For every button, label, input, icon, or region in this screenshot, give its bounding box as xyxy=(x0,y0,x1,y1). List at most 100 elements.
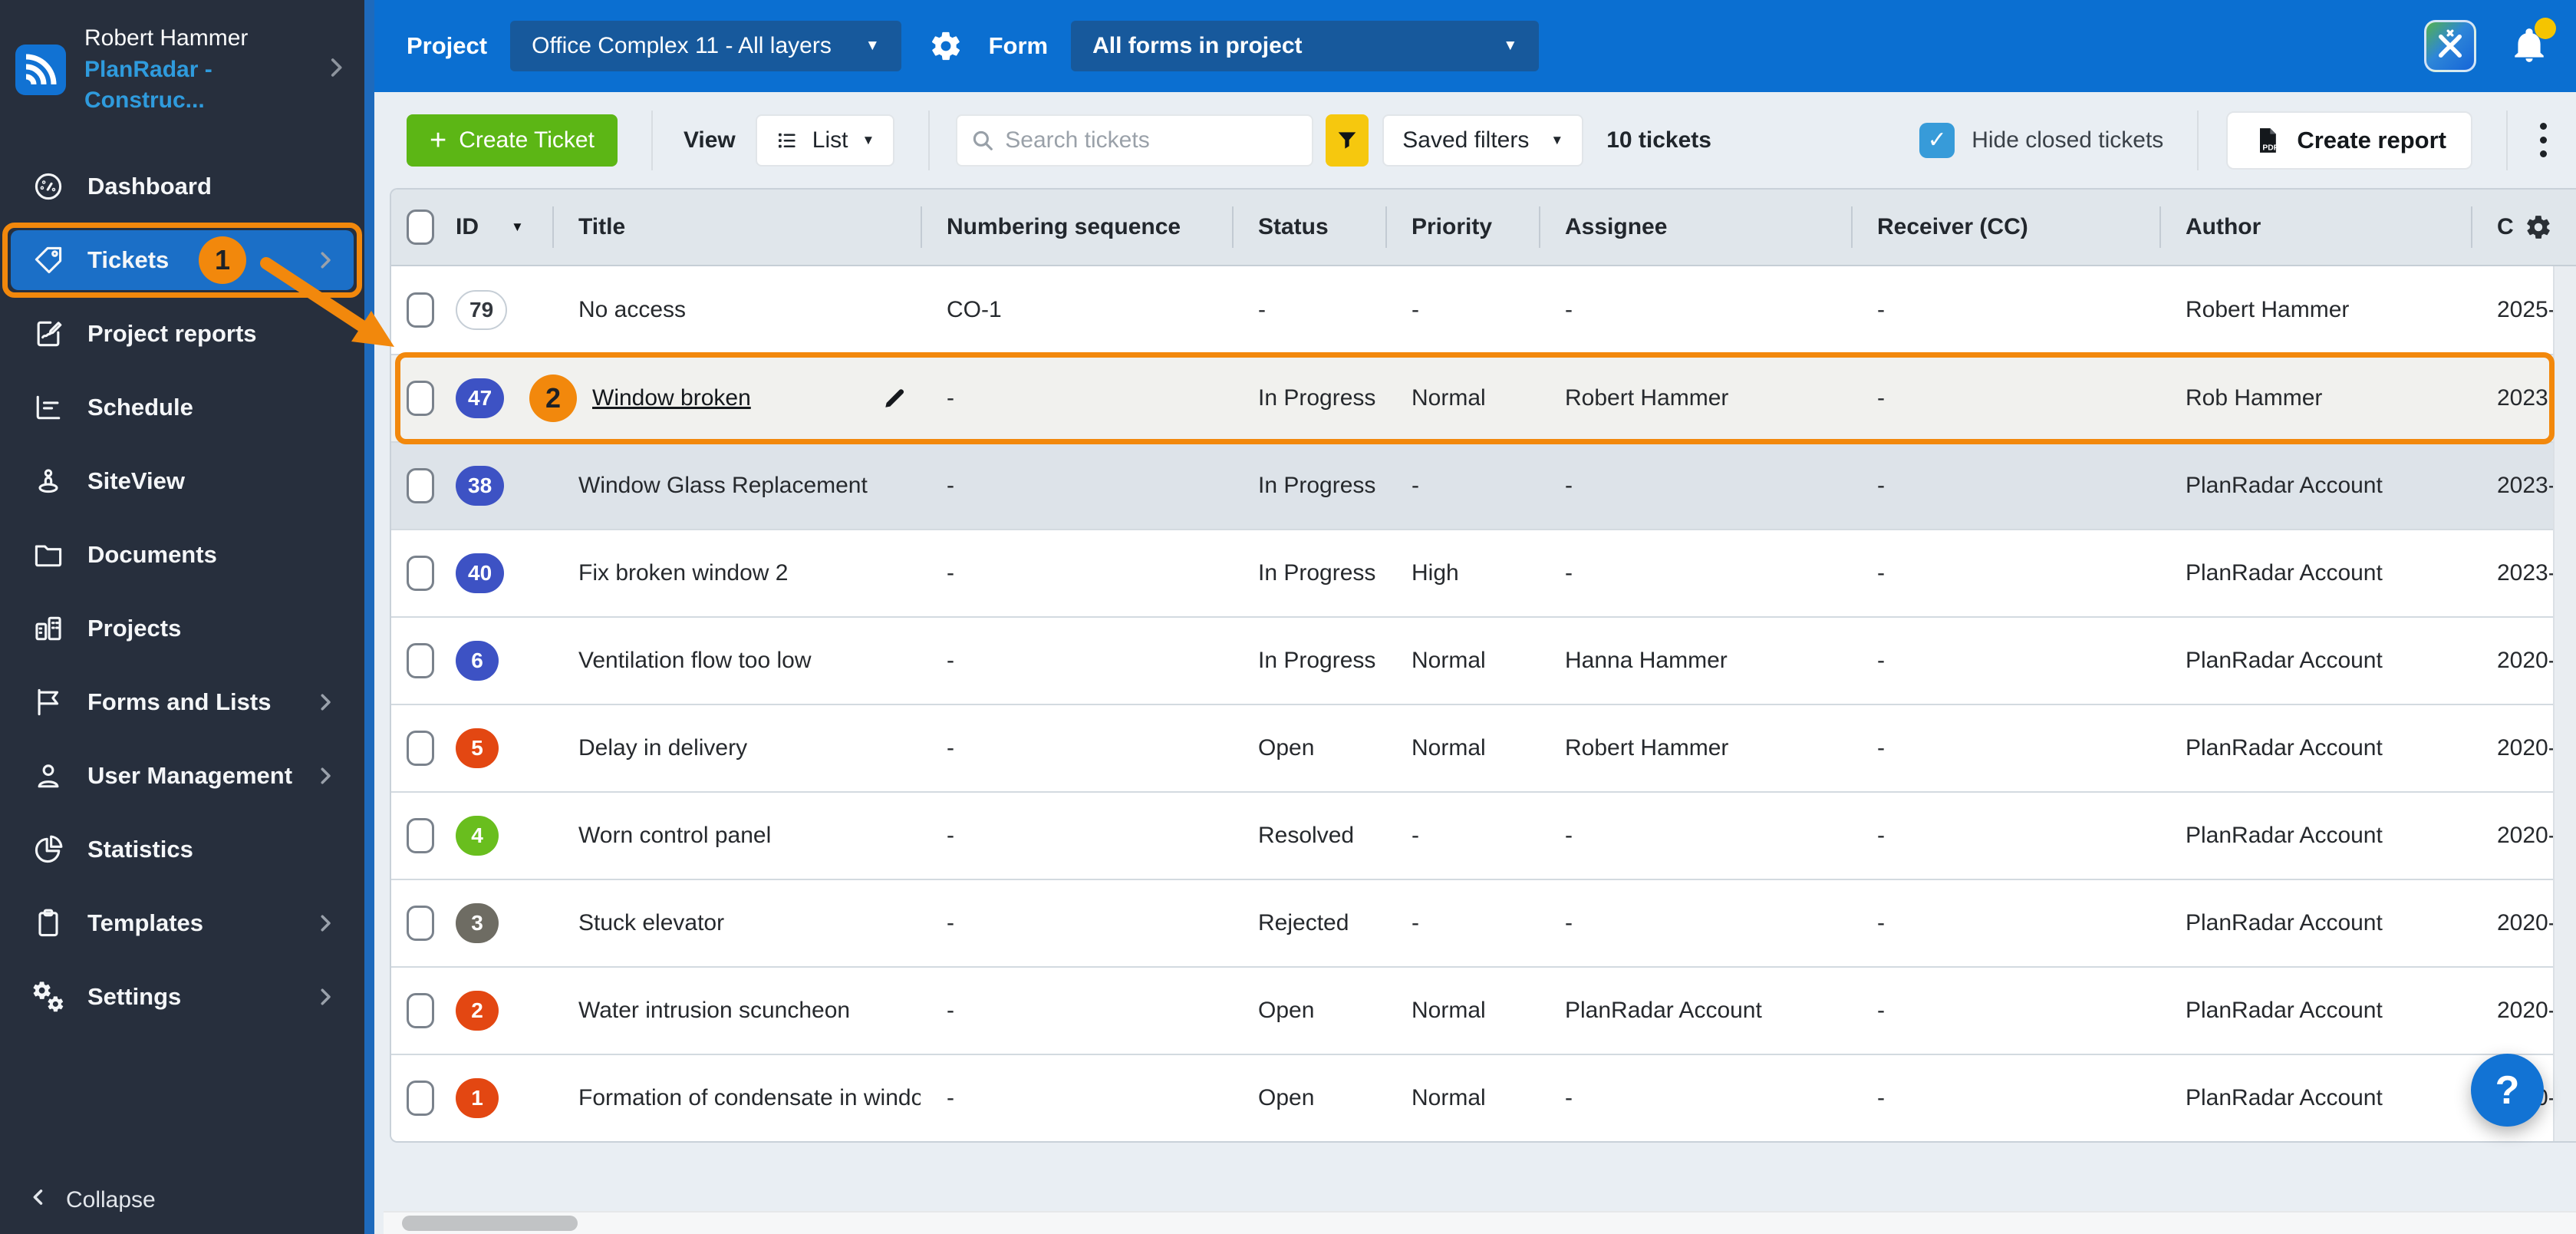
column-header-status[interactable]: Status xyxy=(1232,190,1385,265)
sidebar-item-user-management[interactable]: User Management xyxy=(11,746,354,806)
chevron-right-icon xyxy=(314,691,337,714)
more-options-kebab-icon[interactable] xyxy=(2534,117,2553,163)
column-header-id[interactable]: ID ▼ xyxy=(445,190,552,265)
author-cell: Rob Hammer xyxy=(2186,385,2323,411)
create-ticket-label: Create Ticket xyxy=(459,127,595,153)
sidebar-item-project-reports[interactable]: Project reports xyxy=(11,304,354,364)
hide-closed-checkbox[interactable]: ✓ xyxy=(1919,122,1955,158)
ticket-title-cell: Ventilation flow too low xyxy=(552,618,921,704)
ticket-row-1[interactable]: 1 Formation of condensate in window - Open N… xyxy=(391,1054,2576,1141)
status-cell: In Progress xyxy=(1258,560,1376,586)
sidebar-item-settings[interactable]: Settings xyxy=(11,967,354,1027)
view-mode-select[interactable]: List ▼ xyxy=(755,114,895,167)
ticket-row-38[interactable]: 38 Window Glass Replacement - In Progress - -… xyxy=(391,441,2576,529)
sidebar-item-forms-and-lists[interactable]: Forms and Lists xyxy=(11,672,354,732)
horizontal-scrollbar-thumb[interactable] xyxy=(402,1216,578,1231)
caret-down-icon: ▼ xyxy=(861,132,875,147)
ticket-id-badge: 2 xyxy=(456,991,499,1031)
ticket-title: Delay in delivery xyxy=(578,735,748,761)
column-settings-gear-icon[interactable] xyxy=(2525,213,2552,241)
row-checkbox[interactable] xyxy=(407,906,434,941)
row-checkbox[interactable] xyxy=(407,556,434,591)
ticket-id-badge: 3 xyxy=(456,903,499,943)
column-header-title[interactable]: Title xyxy=(552,190,921,265)
row-checkbox-cell xyxy=(391,1055,445,1141)
ticket-row-47[interactable]: 47 Window broken - In Progress Normal Robert … xyxy=(391,352,2576,444)
sort-caret-icon: ▼ xyxy=(511,219,524,234)
ticket-title[interactable]: Window broken xyxy=(592,385,751,411)
sidebar-item-templates[interactable]: Templates xyxy=(11,893,354,953)
filter-button[interactable] xyxy=(1326,114,1369,167)
ticket-id-cell: 79 xyxy=(445,266,552,354)
create-report-button[interactable]: PDF Create report xyxy=(2226,111,2472,170)
column-header-c[interactable]: C xyxy=(2471,190,2576,265)
status-cell: In Progress xyxy=(1258,648,1376,673)
row-checkbox[interactable] xyxy=(407,818,434,853)
saved-filters-button[interactable]: Saved filters ▼ xyxy=(1382,114,1584,167)
tickets-toolbar: + Create Ticket View List ▼ Search ticke… xyxy=(374,92,2576,188)
sidebar-item-siteview[interactable]: SiteView xyxy=(11,451,354,511)
row-checkbox[interactable] xyxy=(407,993,434,1028)
numbering-cell: CO-1 xyxy=(947,297,1002,322)
row-checkbox[interactable] xyxy=(407,731,434,766)
ticket-row-2[interactable]: 2 Water intrusion scuncheon - Open Normal Pla… xyxy=(391,966,2576,1054)
sidebar-item-documents[interactable]: Documents xyxy=(11,525,354,585)
sidebar-item-statistics[interactable]: Statistics xyxy=(11,820,354,879)
row-checkbox-cell xyxy=(391,705,445,791)
vertical-scrollbar-track[interactable] xyxy=(2553,266,2576,1141)
row-checkbox[interactable] xyxy=(407,468,434,503)
column-header-assignee[interactable]: Assignee xyxy=(1539,190,1851,265)
select-all-checkbox[interactable] xyxy=(407,210,434,245)
ticket-id-cell: 3 xyxy=(445,880,552,966)
notifications-bell-icon[interactable] xyxy=(2510,18,2556,65)
priority-cell: - xyxy=(1412,297,1419,322)
column-header-label: Title xyxy=(578,214,626,239)
ticket-row-4[interactable]: 4 Worn control panel - Resolved - - - PlanRadar… xyxy=(391,791,2576,879)
sidebar-item-schedule[interactable]: Schedule xyxy=(11,378,354,437)
column-header-priority[interactable]: Priority xyxy=(1385,190,1539,265)
ticket-row-3[interactable]: 3 Stuck elevator - Rejected - - - PlanRadar Acc… xyxy=(391,879,2576,966)
ticket-row-6[interactable]: 6 Ventilation flow too low - In Progress Nor… xyxy=(391,616,2576,704)
column-header-label: Receiver (CC) xyxy=(1877,214,2028,239)
sidebar-item-label: Projects xyxy=(87,614,182,642)
divider xyxy=(2506,110,2508,170)
project-select[interactable]: Office Complex 11 - All layers ▼ xyxy=(510,21,901,71)
row-checkbox[interactable] xyxy=(407,643,434,678)
row-checkbox[interactable] xyxy=(407,1081,434,1116)
author-cell: PlanRadar Account xyxy=(2186,735,2383,761)
table-header-row: ID ▼ Title Numbering sequence Status Priority… xyxy=(391,190,2576,266)
caret-down-icon: ▼ xyxy=(1503,38,1518,54)
table-body: 79 No access CO-1- - - - Robert Hammer 2025- 47 W… xyxy=(391,266,2576,1141)
column-header-author[interactable]: Author xyxy=(2159,190,2471,265)
connect-app-icon[interactable] xyxy=(2424,20,2476,72)
sidebar-item-tickets[interactable]: Tickets 1 xyxy=(2,222,362,298)
ticket-row-40[interactable]: 40 Fix broken window 2 - In Progress High - - P… xyxy=(391,529,2576,616)
user-name: Robert Hammer xyxy=(84,25,249,51)
chevron-right-icon xyxy=(314,985,337,1008)
ticket-row-79[interactable]: 79 No access CO-1- - - - Robert Hammer 2025- xyxy=(391,266,2576,354)
edit-pencil-icon[interactable] xyxy=(881,384,908,412)
help-button[interactable]: ? xyxy=(2471,1054,2544,1127)
horizontal-scrollbar-track[interactable] xyxy=(384,1211,2576,1234)
planradar-logo-icon xyxy=(15,44,66,95)
templates-icon xyxy=(31,906,66,941)
form-select[interactable]: All forms in project ▼ xyxy=(1071,21,1540,71)
collapse-button[interactable]: Collapse xyxy=(28,1186,156,1214)
create-ticket-button[interactable]: + Create Ticket xyxy=(407,114,618,167)
row-checkbox[interactable] xyxy=(407,292,434,328)
project-settings-gear-icon[interactable] xyxy=(929,29,963,63)
column-header-receiver-cc-[interactable]: Receiver (CC) xyxy=(1851,190,2159,265)
sidebar-item-dashboard[interactable]: Dashboard xyxy=(11,157,354,216)
sidebar-item-projects[interactable]: Projects xyxy=(11,599,354,658)
ticket-row-5[interactable]: 5 Delay in delivery - Open Normal Robert Hamm… xyxy=(391,704,2576,791)
ticket-title-cell: Worn control panel xyxy=(552,793,921,879)
assignee-cell: Robert Hammer xyxy=(1565,385,1729,411)
search-tickets-input[interactable] xyxy=(956,114,1314,167)
author-cell: PlanRadar Account xyxy=(2186,560,2383,586)
row-checkbox[interactable] xyxy=(407,381,434,416)
account-switcher[interactable]: Robert Hammer PlanRadar - Construc... xyxy=(0,0,364,137)
author-cell: PlanRadar Account xyxy=(2186,473,2383,498)
account-name: PlanRadar - Construc... xyxy=(84,56,212,114)
column-header-numbering-sequence[interactable]: Numbering sequence xyxy=(921,190,1232,265)
dashboard-icon xyxy=(31,169,66,204)
